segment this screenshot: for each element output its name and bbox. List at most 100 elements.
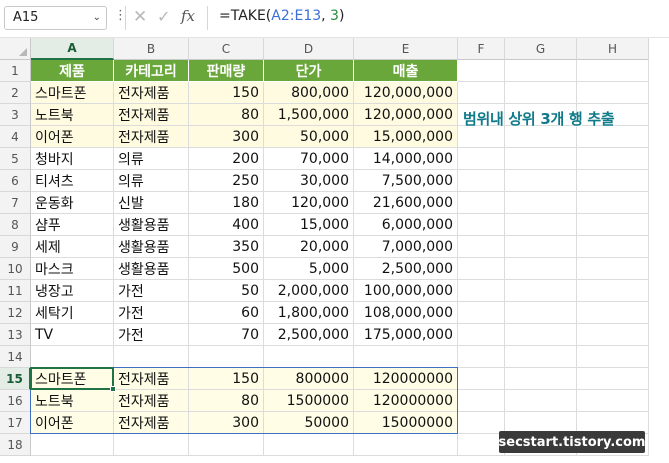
cell-h11[interactable]	[577, 280, 649, 302]
cell-f4[interactable]	[458, 126, 505, 148]
cell-a18[interactable]	[31, 434, 114, 456]
cell-g15[interactable]	[505, 368, 577, 390]
table-cell[interactable]: 30,000	[264, 170, 354, 192]
checkmark-icon[interactable]: ✓	[157, 7, 170, 26]
cell-h4[interactable]	[577, 126, 649, 148]
cell-h13[interactable]	[577, 324, 649, 346]
table-cell[interactable]: 7,000,000	[354, 236, 458, 258]
result-cell[interactable]: 120000000	[354, 390, 458, 412]
cell-g4[interactable]	[505, 126, 577, 148]
table-cell[interactable]: 운동화	[31, 192, 114, 214]
table-cell[interactable]: 80	[189, 104, 264, 126]
table-cell[interactable]: 14,000,000	[354, 148, 458, 170]
cell-h8[interactable]	[577, 214, 649, 236]
table-cell[interactable]: 21,600,000	[354, 192, 458, 214]
close-icon[interactable]: ✕	[133, 7, 147, 27]
row-header-14[interactable]: 14	[0, 346, 31, 368]
result-cell[interactable]: 50000	[264, 412, 354, 434]
table-cell[interactable]: 의류	[114, 148, 189, 170]
table-cell[interactable]: 20,000	[264, 236, 354, 258]
table-cell[interactable]: 350	[189, 236, 264, 258]
row-header-5[interactable]: 5	[0, 148, 31, 170]
table-cell[interactable]: 300	[189, 126, 264, 148]
result-cell[interactable]: 전자제품	[114, 368, 189, 390]
cell-f11[interactable]	[458, 280, 505, 302]
table-cell[interactable]: 7,500,000	[354, 170, 458, 192]
select-all-button[interactable]	[0, 38, 31, 60]
cell-f12[interactable]	[458, 302, 505, 324]
table-cell[interactable]: 세탁기	[31, 302, 114, 324]
table-cell[interactable]: 티셔츠	[31, 170, 114, 192]
cell-d14[interactable]	[264, 346, 354, 368]
cell-h16[interactable]	[577, 390, 649, 412]
table-cell[interactable]: 180	[189, 192, 264, 214]
cell-f5[interactable]	[458, 148, 505, 170]
cell-b18[interactable]	[114, 434, 189, 456]
table-cell[interactable]: 800,000	[264, 82, 354, 104]
result-cell[interactable]: 이어폰	[31, 412, 114, 434]
cell-h5[interactable]	[577, 148, 649, 170]
row-header-13[interactable]: 13	[0, 324, 31, 346]
cell-f2[interactable]	[458, 82, 505, 104]
cell-g5[interactable]	[505, 148, 577, 170]
result-cell[interactable]: 120000000	[354, 368, 458, 390]
result-cell[interactable]: 150	[189, 368, 264, 390]
cell-h2[interactable]	[577, 82, 649, 104]
cell-h9[interactable]	[577, 236, 649, 258]
cell-b14[interactable]	[114, 346, 189, 368]
result-cell[interactable]: 15000000	[354, 412, 458, 434]
cell-g2[interactable]	[505, 82, 577, 104]
cell-f14[interactable]	[458, 346, 505, 368]
table-cell[interactable]: 100,000,000	[354, 280, 458, 302]
row-header-15[interactable]: 15	[0, 368, 31, 390]
table-cell[interactable]: 신발	[114, 192, 189, 214]
formula-input[interactable]: =TAKE(A2:E13, 3)	[219, 8, 344, 24]
cell-f16[interactable]	[458, 390, 505, 412]
table-header-cell[interactable]: 매출	[354, 60, 458, 82]
name-box[interactable]: A15 ⌄	[4, 6, 107, 30]
result-cell[interactable]: 스마트폰	[31, 368, 114, 390]
table-cell[interactable]: 120,000,000	[354, 82, 458, 104]
result-cell[interactable]: 300	[189, 412, 264, 434]
row-header-9[interactable]: 9	[0, 236, 31, 258]
cell-f8[interactable]	[458, 214, 505, 236]
cell-f15[interactable]	[458, 368, 505, 390]
column-header-f[interactable]: F	[458, 38, 505, 60]
table-cell[interactable]: 생활용품	[114, 236, 189, 258]
row-header-12[interactable]: 12	[0, 302, 31, 324]
cell-a14[interactable]	[31, 346, 114, 368]
cell-g13[interactable]	[505, 324, 577, 346]
row-header-18[interactable]: 18	[0, 434, 31, 456]
column-header-d[interactable]: D	[264, 38, 354, 60]
table-cell[interactable]: 냉장고	[31, 280, 114, 302]
row-header-10[interactable]: 10	[0, 258, 31, 280]
table-cell[interactable]: 150	[189, 82, 264, 104]
table-cell[interactable]: 가전	[114, 302, 189, 324]
result-cell[interactable]: 노트북	[31, 390, 114, 412]
cell-e14[interactable]	[354, 346, 458, 368]
table-cell[interactable]: 175,000,000	[354, 324, 458, 346]
cell-h1[interactable]	[577, 60, 649, 82]
cell-g8[interactable]	[505, 214, 577, 236]
table-cell[interactable]: 70,000	[264, 148, 354, 170]
table-cell[interactable]: 의류	[114, 170, 189, 192]
column-header-c[interactable]: C	[189, 38, 264, 60]
table-cell[interactable]: 노트북	[31, 104, 114, 126]
table-cell[interactable]: 이어폰	[31, 126, 114, 148]
table-cell[interactable]: 108,000,000	[354, 302, 458, 324]
table-cell[interactable]: 전자제품	[114, 82, 189, 104]
result-cell[interactable]: 전자제품	[114, 412, 189, 434]
table-cell[interactable]: 250	[189, 170, 264, 192]
cell-f13[interactable]	[458, 324, 505, 346]
table-header-cell[interactable]: 카테고리	[114, 60, 189, 82]
table-cell[interactable]: 청바지	[31, 148, 114, 170]
result-cell[interactable]: 1500000	[264, 390, 354, 412]
table-cell[interactable]: 500	[189, 258, 264, 280]
row-header-11[interactable]: 11	[0, 280, 31, 302]
table-cell[interactable]: 60	[189, 302, 264, 324]
cell-f10[interactable]	[458, 258, 505, 280]
table-cell[interactable]: 70	[189, 324, 264, 346]
cell-g12[interactable]	[505, 302, 577, 324]
cell-h6[interactable]	[577, 170, 649, 192]
fill-handle[interactable]	[110, 386, 116, 392]
